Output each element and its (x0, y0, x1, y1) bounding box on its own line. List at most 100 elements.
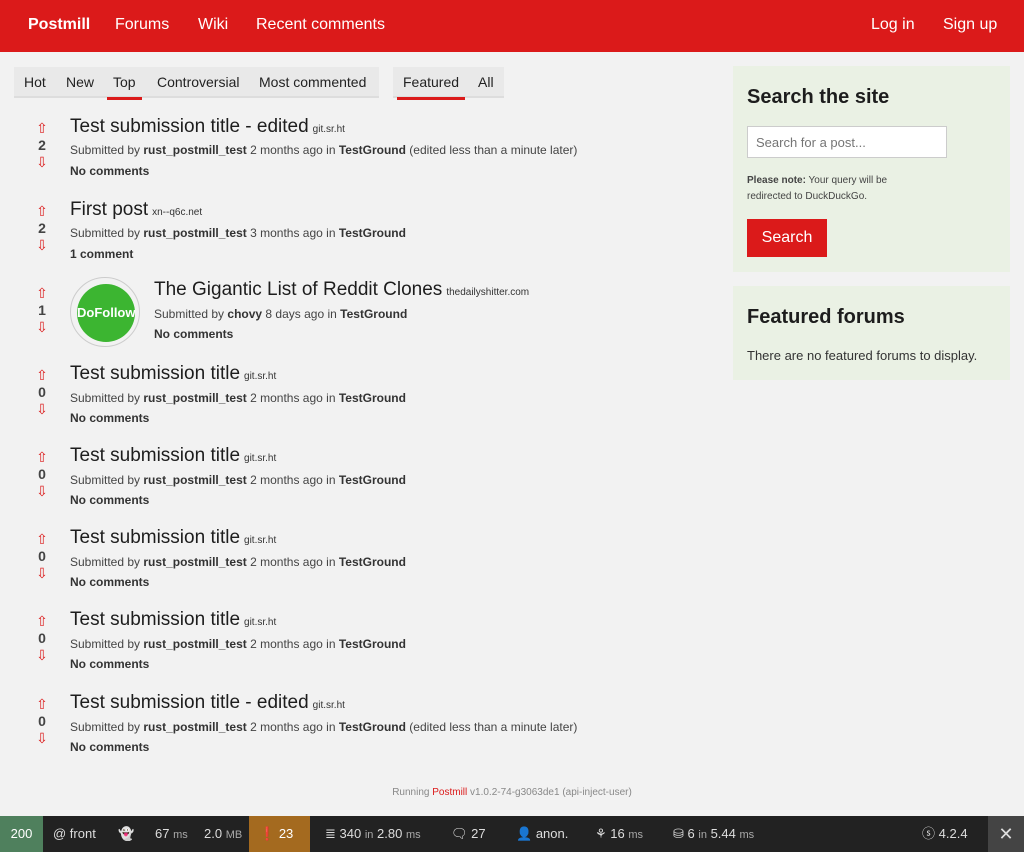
status-code[interactable]: 200 (0, 816, 43, 852)
comments-link[interactable]: No comments (70, 493, 149, 507)
user-link[interactable]: rust_postmill_test (143, 720, 246, 734)
submission-title-link[interactable]: Test submission title (70, 609, 240, 630)
forum-link[interactable]: TestGround (340, 307, 407, 321)
score: 0 (38, 466, 46, 482)
upvote-icon[interactable]: ⇧ (28, 367, 56, 383)
forum-link[interactable]: TestGround (339, 226, 406, 240)
tab-featured[interactable]: Featured (396, 74, 466, 100)
request-time[interactable]: 67 ms (145, 816, 198, 852)
score: 2 (38, 137, 46, 153)
submission-meta: Submitted by chovy 8 days ago in TestGro… (154, 307, 407, 321)
score: 0 (38, 713, 46, 729)
submission-title-link[interactable]: Test submission title - edited (70, 116, 309, 137)
downvote-icon[interactable]: ⇩ (28, 154, 56, 170)
vote-box: ⇧ 0 ⇩ (28, 531, 56, 581)
user-link[interactable]: rust_postmill_test (143, 143, 246, 157)
submission-title-link[interactable]: First post (70, 199, 148, 220)
close-icon[interactable]: ✕ (988, 816, 1024, 852)
upvote-icon[interactable]: ⇧ (28, 285, 56, 301)
forum-link[interactable]: TestGround (339, 555, 406, 569)
search-panel-title: Search the site (747, 86, 890, 108)
twig-stat[interactable]: ⚘ 16 ms (585, 816, 653, 852)
submission: ⇧ 2 ⇩ Test submission title - edited git.… (0, 112, 720, 194)
user-link[interactable]: chovy (227, 307, 262, 321)
login-link[interactable]: Log in (871, 16, 915, 34)
user-stat[interactable]: 👤 anon. (506, 816, 578, 852)
score: 0 (38, 630, 46, 646)
translations-stat[interactable]: 🗨 27 (441, 816, 496, 852)
downvote-icon[interactable]: ⇩ (28, 565, 56, 581)
warnings-badge[interactable]: ❗ 23 (249, 816, 310, 852)
forum-link[interactable]: TestGround (339, 391, 406, 405)
tab-most-commented[interactable]: Most commented (259, 74, 366, 90)
comments-link[interactable]: No comments (154, 327, 233, 341)
comments-link[interactable]: No comments (70, 411, 149, 425)
submission-title-link[interactable]: Test submission title (70, 445, 240, 466)
user-link[interactable]: rust_postmill_test (143, 391, 246, 405)
upvote-icon[interactable]: ⇧ (28, 696, 56, 712)
upvote-icon[interactable]: ⇧ (28, 120, 56, 136)
comments-link[interactable]: No comments (70, 164, 149, 178)
featured-forums-title: Featured forums (747, 306, 905, 328)
forum-link[interactable]: TestGround (339, 143, 406, 157)
forum-link[interactable]: TestGround (339, 473, 406, 487)
user-link[interactable]: rust_postmill_test (143, 226, 246, 240)
tab-hot[interactable]: Hot (24, 74, 46, 90)
comments-link[interactable]: No comments (70, 740, 149, 754)
submission-title-link[interactable]: Test submission title (70, 363, 240, 384)
user-link[interactable]: rust_postmill_test (143, 637, 246, 651)
twig-unit: ms (628, 829, 644, 841)
time-unit: ms (173, 829, 188, 841)
submission-title-link[interactable]: Test submission title - edited (70, 692, 309, 713)
database-icon: ⛁ (673, 826, 684, 841)
comments-link[interactable]: 1 comment (70, 247, 133, 261)
comments-link[interactable]: No comments (70, 657, 149, 671)
search-button[interactable]: Search (747, 219, 827, 257)
downvote-icon[interactable]: ⇩ (28, 730, 56, 746)
cache-unit: ms (405, 829, 421, 841)
edited-note: (edited less than a minute later) (409, 143, 578, 157)
nav-recent-comments-link[interactable]: Recent comments (256, 16, 385, 34)
tab-controversial[interactable]: Controversial (157, 74, 239, 90)
downvote-icon[interactable]: ⇩ (28, 237, 56, 253)
search-panel: Search the site Please note: Your query … (733, 66, 1010, 272)
cache-stats[interactable]: ≣ 340 in 2.80 ms (315, 816, 431, 852)
vote-box: ⇧ 2 ⇩ (28, 120, 56, 170)
upvote-icon[interactable]: ⇧ (28, 203, 56, 219)
comments-link[interactable]: No comments (70, 575, 149, 589)
title-line: Test submission title git.sr.ht (70, 445, 276, 467)
signup-link[interactable]: Sign up (943, 16, 997, 34)
featured-forums-empty: There are no featured forums to display. (747, 348, 978, 363)
tab-new[interactable]: New (66, 74, 94, 90)
submission-meta: Submitted by rust_postmill_test 2 months… (70, 555, 406, 569)
user-link[interactable]: rust_postmill_test (143, 555, 246, 569)
symfony-version[interactable]: ⓢ 4.2.4 (912, 816, 978, 852)
forum-link[interactable]: TestGround (339, 720, 406, 734)
downvote-icon[interactable]: ⇩ (28, 647, 56, 663)
time-value: 67 (155, 826, 170, 841)
note-label: Please note: (747, 175, 806, 186)
upvote-icon[interactable]: ⇧ (28, 531, 56, 547)
submission-title-link[interactable]: The Gigantic List of Reddit Clones (154, 279, 442, 300)
footer-app-link[interactable]: Postmill (432, 787, 467, 798)
database-stat[interactable]: ⛁ 6 in 5.44 ms (663, 816, 764, 852)
search-input[interactable] (747, 126, 947, 158)
upvote-icon[interactable]: ⇧ (28, 613, 56, 629)
downvote-icon[interactable]: ⇩ (28, 319, 56, 335)
nav-forums-link[interactable]: Forums (115, 16, 169, 34)
tab-top[interactable]: Top (107, 74, 142, 100)
submission-title-link[interactable]: Test submission title (70, 527, 240, 548)
route-info[interactable]: @ front (43, 816, 106, 852)
tab-all[interactable]: All (478, 74, 494, 90)
memory-usage[interactable]: 2.0 MB (194, 816, 252, 852)
nav-wiki-link[interactable]: Wiki (198, 16, 228, 34)
upvote-icon[interactable]: ⇧ (28, 449, 56, 465)
forum-link[interactable]: TestGround (339, 637, 406, 651)
in-label: in (326, 143, 336, 157)
user-link[interactable]: rust_postmill_test (143, 473, 246, 487)
in-label: in (326, 391, 336, 405)
db-time: 5.44 (710, 826, 736, 841)
downvote-icon[interactable]: ⇩ (28, 483, 56, 499)
brand-link[interactable]: Postmill (28, 16, 90, 34)
downvote-icon[interactable]: ⇩ (28, 401, 56, 417)
